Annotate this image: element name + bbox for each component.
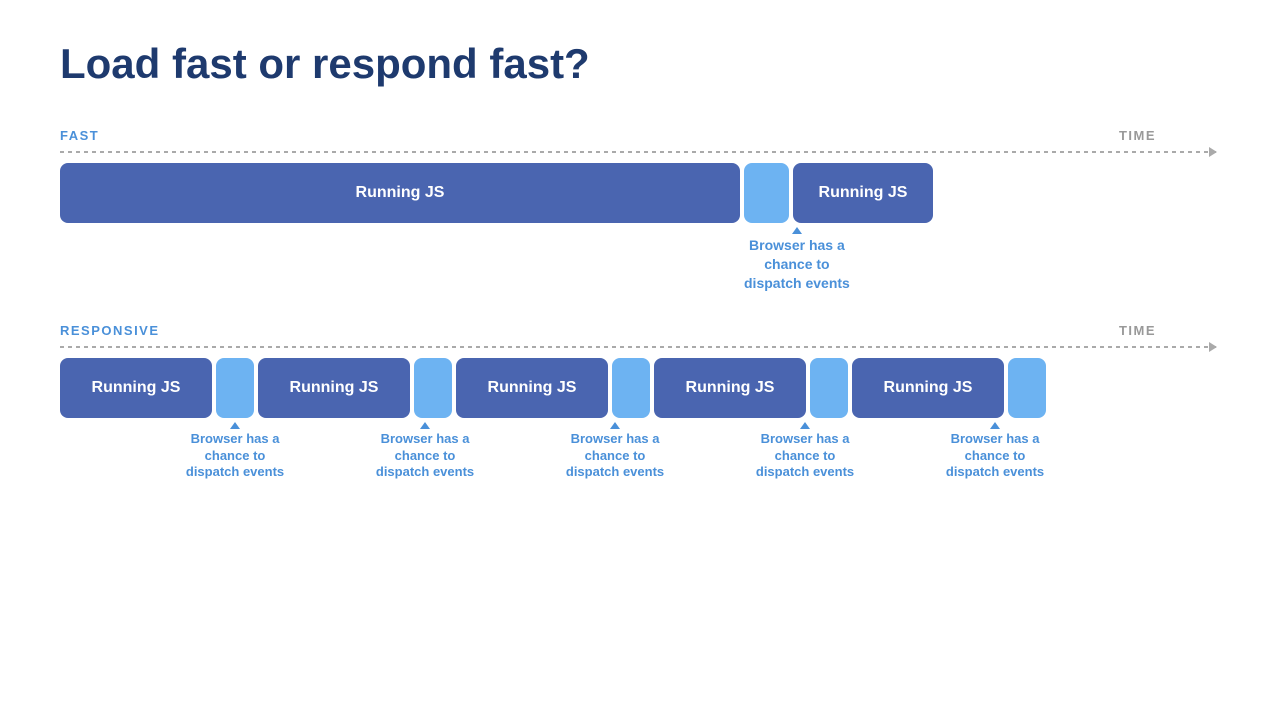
resp-gap-2: [414, 358, 452, 418]
fast-annotation-text: Browser has achance todispatch events: [744, 236, 850, 293]
fast-label: FAST: [60, 128, 99, 143]
resp-ann-2: Browser has achance todispatch events: [406, 422, 444, 482]
resp-running-4: Running JS: [654, 358, 806, 418]
responsive-blocks: Running JS Running JS Running JS Running…: [60, 358, 1216, 418]
resp-ann-4: Browser has achance todispatch events: [786, 422, 824, 482]
resp-annotations-row: Browser has achance todispatch events Br…: [60, 422, 1216, 482]
fast-annotation-area: Browser has achance todispatch events: [60, 227, 1216, 293]
resp-running-2: Running JS: [258, 358, 410, 418]
fast-arrow-line: [60, 151, 1216, 153]
resp-running-1: Running JS: [60, 358, 212, 418]
resp-blocks-and-annotations: Running JS Running JS Running JS Running…: [60, 358, 1216, 482]
responsive-timeline-arrow: [60, 346, 1216, 348]
fast-time-label: TIME: [1119, 128, 1156, 143]
resp-running-3: Running JS: [456, 358, 608, 418]
resp-running-5: Running JS: [852, 358, 1004, 418]
page-title: Load fast or respond fast?: [60, 40, 1216, 88]
fast-gap-1: [744, 163, 789, 223]
resp-ann-5: Browser has achance todispatch events: [976, 422, 1014, 482]
fast-timeline-arrow: [60, 151, 1216, 153]
resp-gap-1: [216, 358, 254, 418]
fast-arrow-head: [792, 227, 802, 234]
resp-gap-4: [810, 358, 848, 418]
resp-gap-3: [612, 358, 650, 418]
resp-ann-3: Browser has achance todispatch events: [596, 422, 634, 482]
responsive-section: RESPONSIVE TIME Running JS Running JS Ru…: [60, 323, 1216, 482]
fast-running-js-1: Running JS: [60, 163, 740, 223]
fast-annotation-block: Browser has achance todispatch events: [744, 227, 850, 293]
resp-ann-1: Browser has achance todispatch events: [216, 422, 254, 482]
fast-section: FAST TIME Running JS Running JS Browser …: [60, 128, 1216, 293]
fast-blocks-wrapper: Running JS Running JS Browser has achanc…: [60, 163, 1216, 293]
responsive-label: RESPONSIVE: [60, 323, 160, 338]
responsive-arrow-line: [60, 346, 1216, 348]
fast-running-js-2: Running JS: [793, 163, 933, 223]
responsive-time-label: TIME: [1119, 323, 1156, 338]
resp-gap-5: [1008, 358, 1046, 418]
fast-blocks: Running JS Running JS: [60, 163, 1216, 223]
